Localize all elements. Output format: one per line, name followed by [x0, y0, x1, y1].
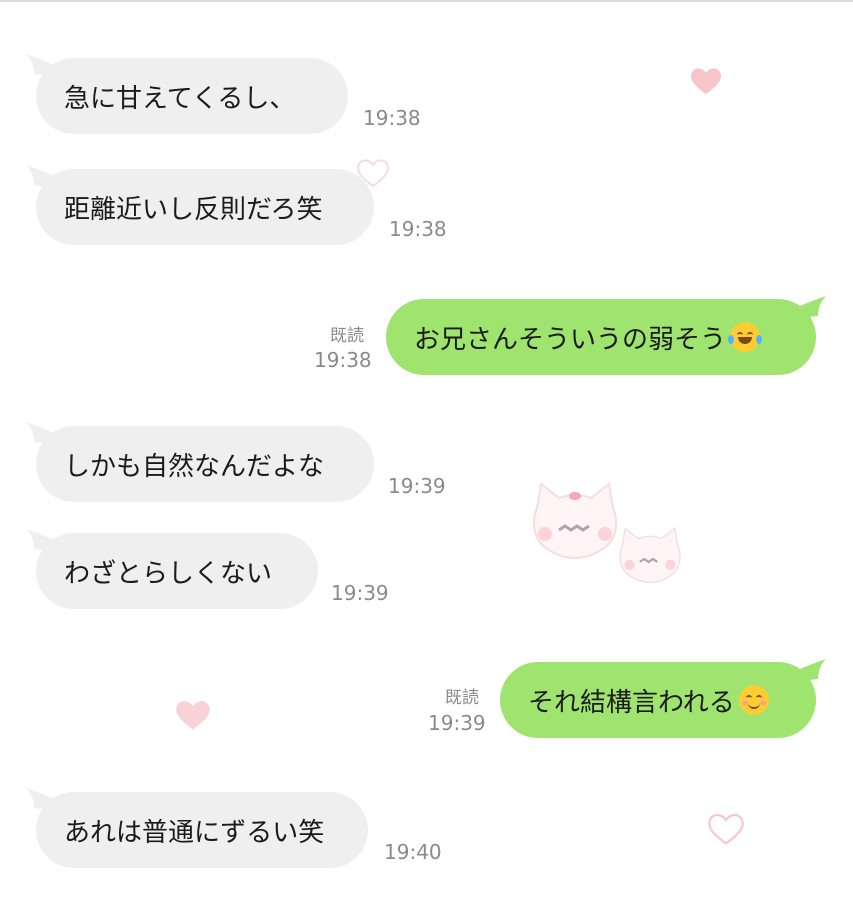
message-bubble[interactable]: それ結構言われる: [500, 662, 816, 738]
heart-icon: [176, 700, 210, 730]
message-text: あれは普通にずるい笑: [64, 817, 325, 848]
message-bubble[interactable]: わざとらしくない: [36, 533, 318, 609]
message-bubble[interactable]: お兄さんそういうの弱そう: [386, 299, 816, 375]
heart-icon: [690, 68, 722, 94]
message-bubble[interactable]: 距離近いし反則だろ笑: [36, 169, 374, 245]
message-time: 19:38: [389, 217, 447, 241]
cat-sticker-icon: [532, 482, 618, 560]
heart-icon: [708, 813, 744, 845]
message-text: 距離近いし反則だろ笑: [64, 194, 323, 225]
message-bubble[interactable]: しかも自然なんだよな: [36, 426, 374, 502]
bubble-tail: [800, 296, 826, 318]
read-receipt: 既読: [445, 688, 479, 708]
message-text: それ結構言われる: [528, 687, 735, 718]
message-text: 急に甘えてくるし、: [64, 83, 296, 114]
message-text: お兄さんそういうの弱そう: [414, 324, 727, 355]
cat-sticker-icon: [619, 527, 681, 584]
top-divider: [0, 0, 853, 2]
message-time: 19:39: [331, 581, 389, 605]
read-receipt: 既読: [330, 326, 364, 346]
message-bubble[interactable]: あれは普通にずるい笑: [36, 792, 368, 868]
message-text: しかも自然なんだよな: [64, 451, 325, 482]
bubble-tail: [800, 659, 826, 681]
message-time: 19:38: [363, 106, 421, 130]
message-time: 19:40: [384, 840, 442, 864]
smiling-face-icon: [738, 685, 769, 715]
message-time: 19:39: [428, 711, 486, 735]
message-time: 19:39: [388, 474, 446, 498]
message-text: わざとらしくない: [64, 558, 273, 589]
message-bubble[interactable]: 急に甘えてくるし、: [36, 58, 348, 134]
message-time: 19:38: [314, 348, 372, 372]
face-with-tears-of-joy-icon: [728, 322, 763, 352]
